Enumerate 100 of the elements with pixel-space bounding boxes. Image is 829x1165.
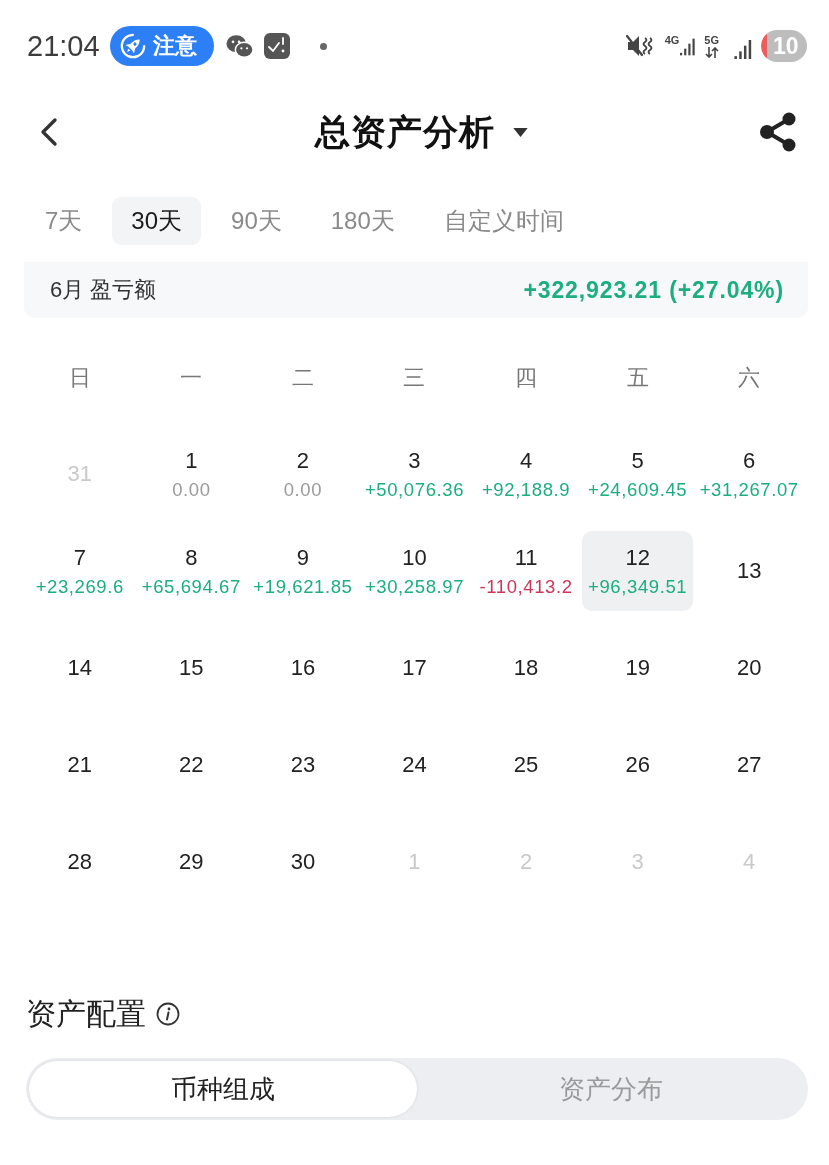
share-icon[interactable] <box>759 112 797 152</box>
calendar-day[interactable]: 2 0.00 <box>247 434 359 514</box>
day-profit: 0.00 <box>172 477 211 502</box>
weekday-label: 六 <box>738 364 761 392</box>
day-number: 25 <box>513 751 539 779</box>
calendar-day[interactable]: 24 <box>358 725 471 805</box>
weekday-label: 五 <box>626 364 649 392</box>
network-type-label: 4G <box>664 34 680 46</box>
calendar-day[interactable]: 21 <box>24 725 136 805</box>
calendar-day[interactable]: 6 +31,267.07 <box>693 434 805 514</box>
day-number: 16 <box>290 654 316 682</box>
day-profit: +30,258.97 <box>364 574 465 599</box>
signal-bars-icon <box>734 39 752 59</box>
day-number: 10 <box>402 543 427 572</box>
calendar-day[interactable]: 15 <box>135 628 248 708</box>
day-number: 5 <box>631 446 644 475</box>
data-arrows-icon <box>704 47 719 58</box>
calendar-day[interactable]: 18 <box>470 628 582 708</box>
day-profit: +92,188.9 <box>481 477 571 502</box>
signal-bars-icon <box>680 36 696 58</box>
day-number: 27 <box>736 751 762 779</box>
network-type-label: 5G <box>704 34 719 46</box>
calendar-day[interactable]: 12 +96,349.51 <box>581 531 694 611</box>
calendar-day[interactable]: 13 <box>693 531 805 611</box>
day-number: 6 <box>743 446 756 475</box>
calendar-day[interactable]: 23 <box>247 725 359 805</box>
day-number: 14 <box>67 654 92 682</box>
weekday-label: 日 <box>68 364 91 392</box>
day-number: 26 <box>625 751 650 779</box>
calendar-day[interactable]: 26 <box>581 725 694 805</box>
day-number: 12 <box>625 543 650 572</box>
day-profit: +96,349.51 <box>588 574 688 599</box>
summary-value: +322,923.21 (+27.04%) <box>523 276 784 304</box>
day-number: 28 <box>67 848 92 876</box>
day-number: 23 <box>290 751 316 779</box>
weekday-label: 三 <box>403 364 426 392</box>
check-square-icon <box>263 33 290 59</box>
day-profit: +31,267.07 <box>699 477 799 502</box>
day-number: 4 <box>519 446 533 475</box>
day-number: 29 <box>179 848 204 876</box>
calendar-day[interactable]: 11 -110,413.2 <box>470 531 582 611</box>
day-profit: -110,413.2 <box>479 574 573 599</box>
page-title[interactable]: 总资产分析 <box>314 108 495 156</box>
day-number: 9 <box>296 543 310 572</box>
day-number: 8 <box>185 543 198 572</box>
calendar-day[interactable]: 3 +50,076.36 <box>358 434 471 514</box>
day-profit: +65,694.67 <box>141 574 241 599</box>
calendar-day[interactable]: 22 <box>135 725 248 805</box>
calendar-day[interactable]: 17 <box>358 628 471 708</box>
day-number: 1 <box>185 446 198 475</box>
day-profit: +23,269.6 <box>35 574 124 599</box>
day-profit: +24,609.45 <box>588 477 688 502</box>
chat-bubbles-icon <box>225 33 254 59</box>
day-number: 3 <box>408 446 421 475</box>
rocket-icon <box>118 32 147 60</box>
day-profit: 0.00 <box>283 477 323 502</box>
day-profit: +50,076.36 <box>364 477 465 502</box>
calendar-day[interactable]: 7 +23,269.6 <box>24 531 136 611</box>
calendar-day[interactable]: 1 0.00 <box>135 434 248 514</box>
weekday-label: 二 <box>291 364 314 392</box>
calendar-day[interactable]: 28 <box>24 822 136 902</box>
back-icon[interactable] <box>39 117 59 147</box>
day-number: 17 <box>402 654 427 682</box>
caret-icon[interactable] <box>512 127 528 137</box>
calendar-day[interactable]: 19 <box>581 628 694 708</box>
day-profit: +19,621.85 <box>253 574 353 599</box>
calendar-day[interactable]: 9 +19,621.85 <box>247 531 359 611</box>
segment-tab[interactable]: 币种组成 <box>29 1061 417 1117</box>
section-title: 资产配置 <box>26 995 146 1032</box>
calendar-day[interactable]: 16 <box>247 628 359 708</box>
day-number: 11 <box>514 543 538 572</box>
calendar-day[interactable]: 8 +65,694.67 <box>135 531 248 611</box>
day-number: 21 <box>67 751 92 779</box>
status-time: 21:04 <box>27 29 100 63</box>
weekday-label: 一 <box>180 364 203 392</box>
calendar-day[interactable]: 10 +30,258.97 <box>358 531 471 611</box>
notification-button[interactable]: 注意 <box>109 26 214 66</box>
speaker-muted-icon <box>625 33 654 59</box>
day-number: 22 <box>179 751 204 779</box>
calendar-day[interactable]: 25 <box>470 725 582 805</box>
range-tab[interactable]: 30天 <box>112 197 202 245</box>
battery-level: 10 <box>761 30 807 62</box>
weekday-label: 四 <box>515 364 538 392</box>
info-icon[interactable] <box>156 1002 180 1026</box>
calendar-day[interactable]: 14 <box>24 628 136 708</box>
dot-icon <box>319 42 327 50</box>
day-number: 2 <box>296 446 310 475</box>
summary-label: 6月 盈亏额 <box>50 276 157 304</box>
day-number: 20 <box>736 654 762 682</box>
calendar-day[interactable]: 5 +24,609.45 <box>581 434 694 514</box>
calendar-day[interactable]: 4 +92,188.9 <box>470 434 582 514</box>
day-number: 15 <box>179 654 204 682</box>
calendar-day[interactable]: 30 <box>247 822 359 902</box>
calendar-day[interactable]: 20 <box>693 628 805 708</box>
calendar-day[interactable]: 27 <box>693 725 805 805</box>
day-number: 7 <box>73 543 86 572</box>
day-number: 30 <box>290 848 316 876</box>
calendar-day[interactable]: 29 <box>135 822 248 902</box>
day-number: 18 <box>513 654 539 682</box>
day-number: 19 <box>625 654 650 682</box>
